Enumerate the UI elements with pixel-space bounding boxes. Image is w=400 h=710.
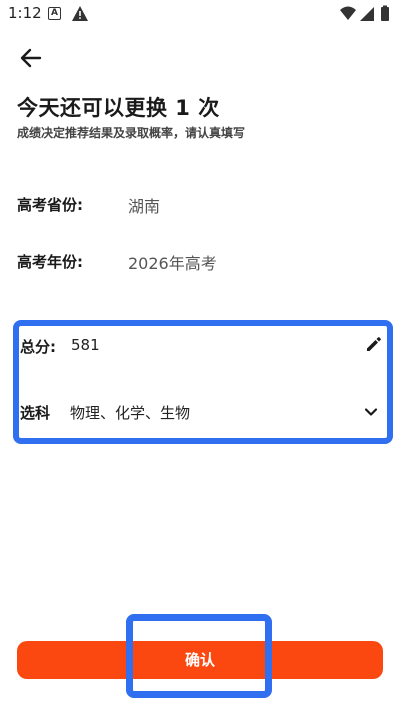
- province-value: 湖南: [128, 197, 161, 216]
- province-label: 高考省份:: [17, 196, 83, 214]
- back-arrow-icon[interactable]: [16, 44, 48, 72]
- page-subtitle: 成绩决定推荐结果及录取概率，请认真填写: [17, 126, 246, 140]
- confirm-highlight: [126, 614, 272, 698]
- score-label: 总分:: [20, 338, 56, 356]
- chevron-down-icon[interactable]: [362, 403, 380, 421]
- page-title: 今天还可以更换 1 次: [17, 96, 220, 120]
- signal-icon: [360, 7, 374, 21]
- year-label: 高考年份:: [17, 253, 83, 271]
- battery-icon: [381, 7, 389, 21]
- notification-a-icon: A: [48, 7, 61, 20]
- wifi-icon: [340, 6, 356, 20]
- status-icons: [340, 5, 389, 21]
- subject-label: 选科: [20, 404, 51, 422]
- status-time: 1:12: [8, 4, 42, 22]
- score-input[interactable]: 581: [71, 336, 100, 354]
- subject-select[interactable]: 物理、化学、生物: [70, 402, 190, 423]
- score-section-highlight: [13, 320, 393, 444]
- warning-icon: [72, 6, 88, 21]
- pencil-edit-icon[interactable]: [364, 334, 384, 354]
- year-value: 2026年高考: [128, 254, 217, 273]
- status-bar: 1:12 A: [0, 0, 400, 30]
